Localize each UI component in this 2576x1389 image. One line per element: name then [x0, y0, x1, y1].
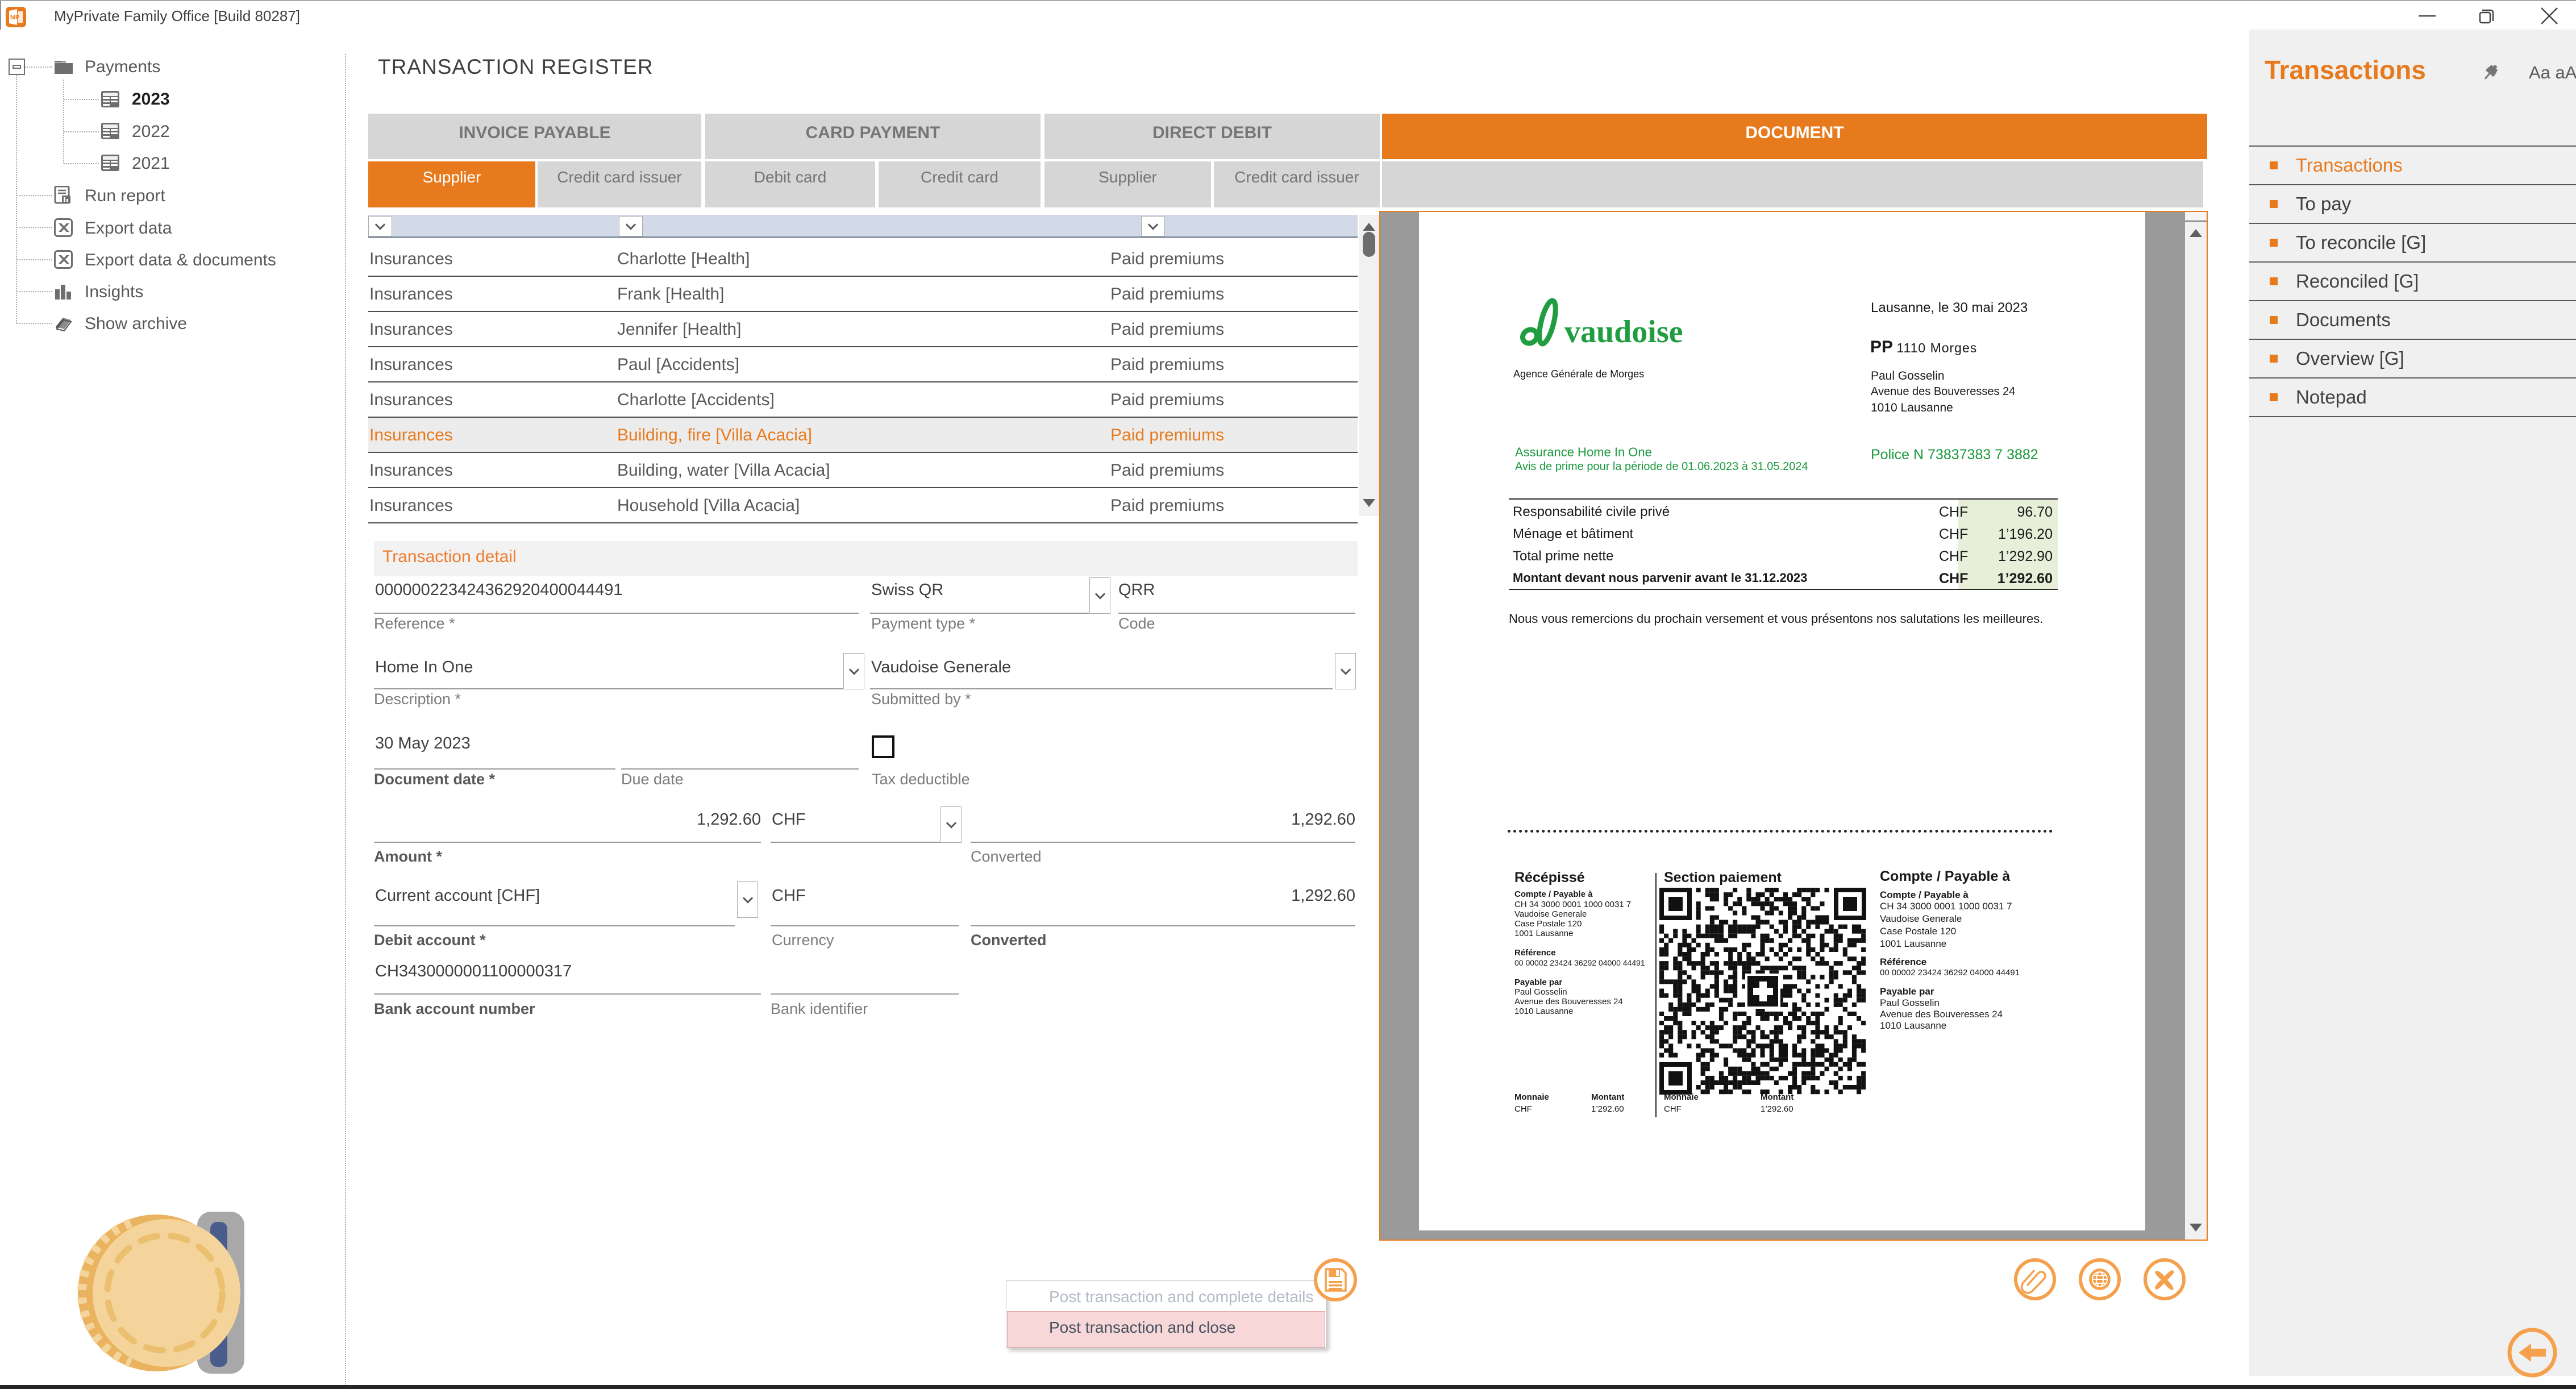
svg-text:MP: MP: [10, 14, 20, 21]
svg-text:vaudoise: vaudoise: [1564, 314, 1683, 350]
